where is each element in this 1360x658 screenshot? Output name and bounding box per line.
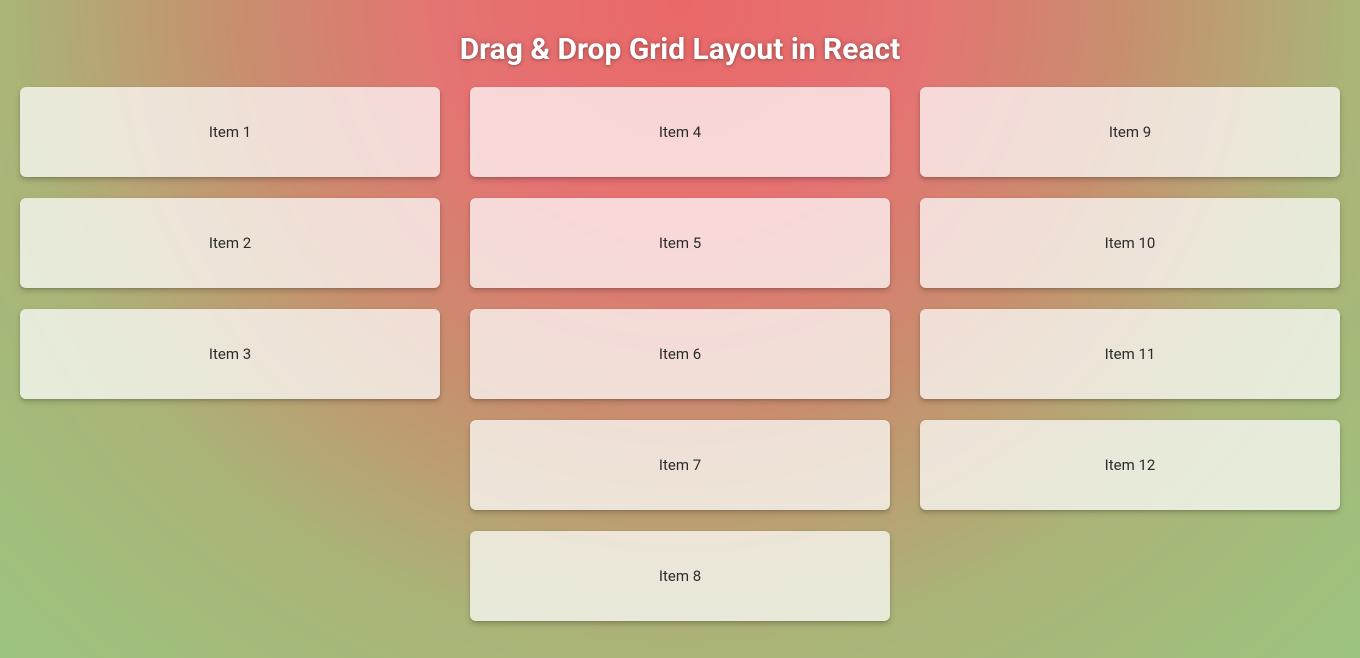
grid-item[interactable]: Item 8: [470, 531, 890, 621]
item-label: Item 1: [209, 123, 251, 141]
column-3[interactable]: Item 9 Item 10 Item 11 Item 12: [920, 87, 1340, 621]
grid-item[interactable]: Item 2: [20, 198, 440, 288]
grid-item[interactable]: Item 7: [470, 420, 890, 510]
item-label: Item 5: [659, 234, 701, 252]
item-label: Item 11: [1105, 345, 1156, 363]
item-label: Item 8: [659, 567, 701, 585]
item-label: Item 4: [659, 123, 701, 141]
item-label: Item 10: [1105, 234, 1156, 252]
column-1[interactable]: Item 1 Item 2 Item 3: [20, 87, 440, 621]
grid-item[interactable]: Item 10: [920, 198, 1340, 288]
grid-item[interactable]: Item 1: [20, 87, 440, 177]
item-label: Item 6: [659, 345, 701, 363]
grid-container: Item 1 Item 2 Item 3 Item 4 Item 5 Item …: [0, 87, 1360, 621]
grid-item[interactable]: Item 12: [920, 420, 1340, 510]
grid-item[interactable]: Item 6: [470, 309, 890, 399]
grid-item[interactable]: Item 9: [920, 87, 1340, 177]
grid-item[interactable]: Item 5: [470, 198, 890, 288]
grid-item[interactable]: Item 11: [920, 309, 1340, 399]
column-2[interactable]: Item 4 Item 5 Item 6 Item 7 Item 8: [470, 87, 890, 621]
grid-item[interactable]: Item 3: [20, 309, 440, 399]
page-title: Drag & Drop Grid Layout in React: [0, 0, 1360, 87]
grid-item[interactable]: Item 4: [470, 87, 890, 177]
item-label: Item 12: [1105, 456, 1156, 474]
item-label: Item 9: [1109, 123, 1151, 141]
item-label: Item 7: [659, 456, 701, 474]
item-label: Item 2: [209, 234, 251, 252]
item-label: Item 3: [209, 345, 251, 363]
